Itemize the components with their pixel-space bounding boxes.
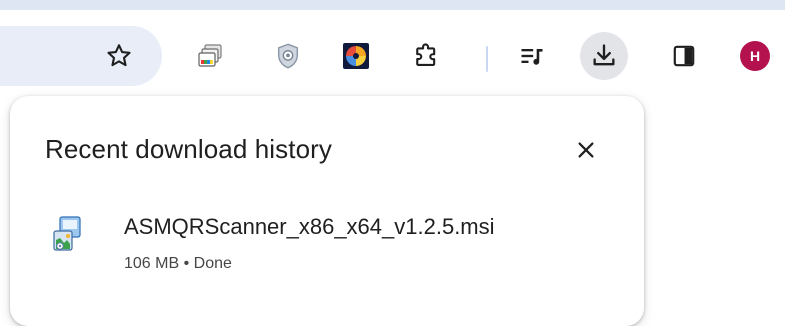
download-history-popup: Recent download history ASMQRScanner_x86… bbox=[10, 96, 644, 326]
downloads-button[interactable] bbox=[580, 32, 628, 80]
download-icon bbox=[593, 44, 615, 66]
bookmark-star-button[interactable] bbox=[95, 32, 143, 80]
close-icon bbox=[578, 142, 594, 158]
side-panel-icon bbox=[673, 45, 695, 67]
tab-groups-button[interactable] bbox=[187, 32, 235, 80]
star-icon bbox=[107, 44, 131, 67]
download-status: 106 MB • Done bbox=[124, 255, 232, 272]
reading-list-icon bbox=[521, 49, 543, 65]
download-item[interactable]: ASMQRScanner_x86_x64_v1.2.5.msi 106 MB •… bbox=[10, 196, 644, 286]
msi-installer-icon bbox=[53, 216, 81, 251]
extensions-puzzle-icon bbox=[416, 43, 436, 67]
extensions-button[interactable] bbox=[402, 32, 450, 80]
toolbar-divider bbox=[486, 46, 488, 72]
avatar: H bbox=[740, 41, 770, 71]
reading-list-button[interactable] bbox=[508, 32, 556, 80]
profile-button[interactable]: H bbox=[731, 32, 779, 80]
popup-title: Recent download history bbox=[45, 134, 333, 164]
browser-toolbar: H bbox=[0, 10, 785, 92]
close-button[interactable] bbox=[566, 130, 606, 170]
tab-groups-icon bbox=[198, 44, 222, 67]
download-file-name[interactable]: ASMQRScanner_x86_x64_v1.2.5.msi bbox=[124, 214, 495, 240]
shield-extension-icon bbox=[277, 43, 299, 69]
side-panel-button[interactable] bbox=[660, 32, 708, 80]
avatar-initial: H bbox=[750, 48, 760, 64]
window-top-edge bbox=[0, 0, 785, 10]
shield-extension-button[interactable] bbox=[264, 32, 312, 80]
color-extension-icon bbox=[343, 43, 369, 69]
color-extension-button[interactable] bbox=[332, 32, 380, 80]
